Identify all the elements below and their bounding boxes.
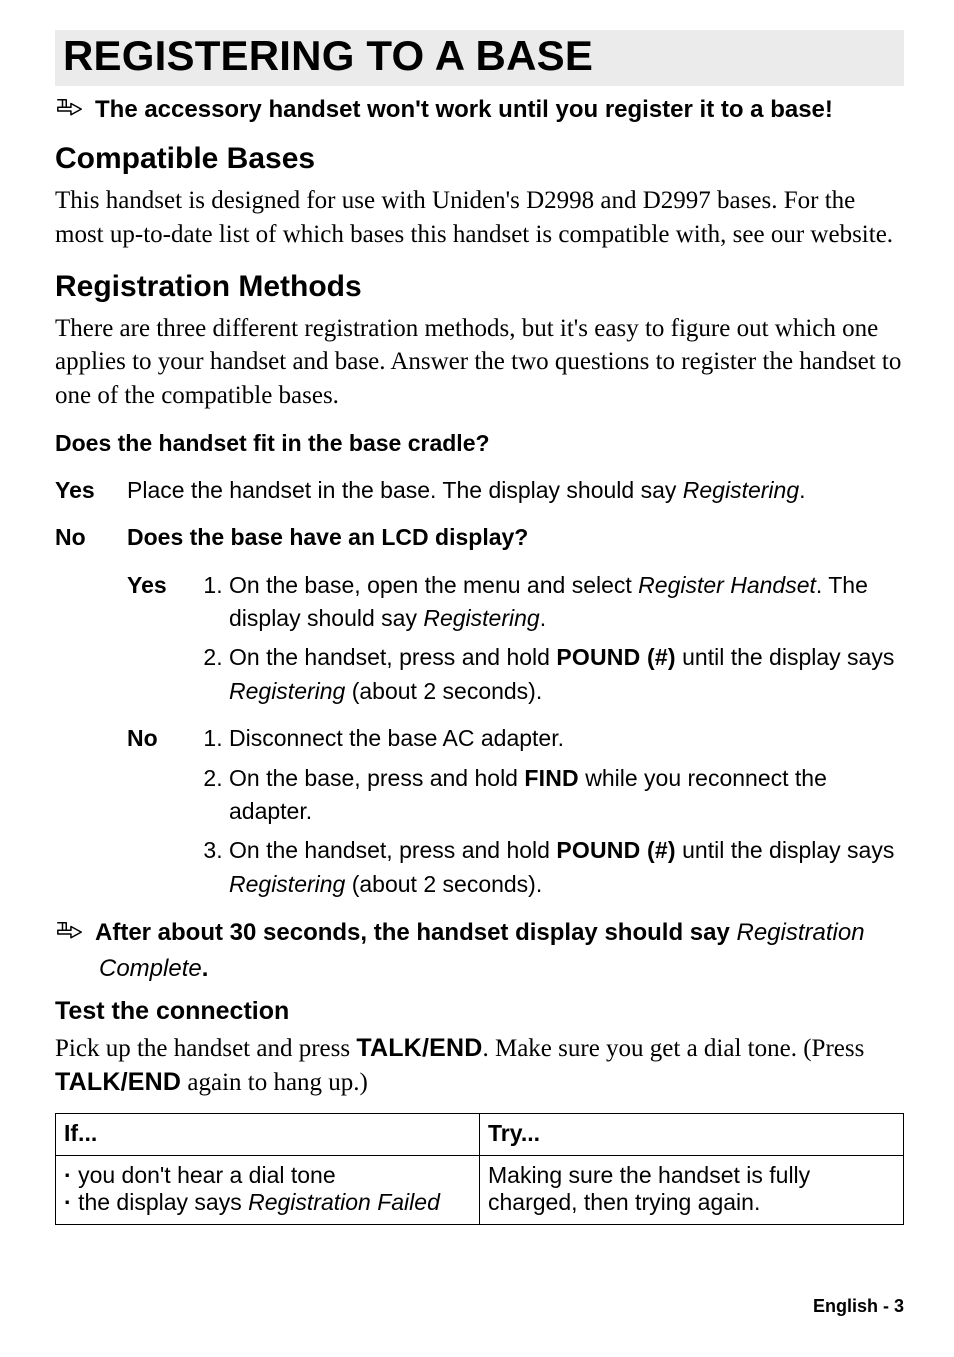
warning-note: The accessory handset won't work until y… bbox=[55, 96, 904, 124]
label-yes: Yes bbox=[127, 569, 201, 602]
section-body-compatible: This handset is designed for use with Un… bbox=[55, 184, 904, 252]
completion-text: After about 30 seconds, the handset disp… bbox=[95, 919, 865, 947]
subheading-test: Test the connection bbox=[55, 997, 904, 1026]
text: again to hang up.) bbox=[181, 1069, 368, 1096]
text-italic: Registering bbox=[683, 477, 799, 503]
text: On the handset, press and hold bbox=[229, 837, 556, 863]
text: After about 30 seconds, the handset disp… bbox=[95, 919, 736, 946]
key-label: TALK/END bbox=[55, 1068, 181, 1096]
list-item: you don't hear a dial tone bbox=[64, 1162, 471, 1189]
list-item: On the handset, press and hold POUND (#)… bbox=[229, 641, 904, 708]
text: (about 2 seconds). bbox=[345, 678, 542, 704]
page-title: REGISTERING TO A BASE bbox=[55, 30, 904, 86]
text: On the handset, press and hold bbox=[229, 644, 556, 670]
list-item: Disconnect the base AC adapter. bbox=[229, 722, 904, 755]
section-heading-methods: Registration Methods bbox=[55, 270, 904, 304]
text: Pick up the handset and press bbox=[55, 1035, 356, 1062]
q2-no-row: No Disconnect the base AC adapter. On th… bbox=[127, 722, 904, 901]
label-no: No bbox=[55, 521, 127, 554]
q1-no-row: No Does the base have an LCD display? Ye… bbox=[55, 521, 904, 904]
pointing-hand-icon bbox=[55, 919, 85, 945]
troubleshooting-table: If... Try... you don't hear a dial tone … bbox=[55, 1113, 904, 1225]
question-tree: Does the handset fit in the base cradle?… bbox=[55, 427, 904, 905]
question-1: Does the handset fit in the base cradle? bbox=[55, 427, 904, 460]
text-italic: Complete bbox=[99, 955, 202, 982]
table-header-try: Try... bbox=[480, 1114, 904, 1156]
table-cell-try: Making sure the handset is fully charged… bbox=[480, 1156, 904, 1225]
text: the display says bbox=[78, 1189, 248, 1215]
text: Place the handset in the base. The displ… bbox=[127, 477, 683, 503]
text-italic: Registration Failed bbox=[248, 1189, 440, 1215]
table-row: you don't hear a dial tone the display s… bbox=[56, 1156, 904, 1225]
text: On the base, press and hold bbox=[229, 765, 524, 791]
table-cell-if: you don't hear a dial tone the display s… bbox=[56, 1156, 480, 1225]
section-body-methods: There are three different registration m… bbox=[55, 312, 904, 413]
list-item: On the base, open the menu and select Re… bbox=[229, 569, 904, 636]
text-italic: Registering bbox=[229, 678, 345, 704]
text-italic: Registering bbox=[423, 605, 539, 631]
key-label: POUND (#) bbox=[556, 837, 675, 863]
completion-note: After about 30 seconds, the handset disp… bbox=[55, 919, 904, 947]
key-label: TALK/END bbox=[356, 1034, 482, 1062]
page-footer: English - 3 bbox=[813, 1296, 904, 1317]
text: . bbox=[540, 605, 546, 631]
table-header-if: If... bbox=[56, 1114, 480, 1156]
question-2: Does the base have an LCD display? bbox=[127, 521, 904, 554]
section-heading-compatible: Compatible Bases bbox=[55, 142, 904, 176]
q2-yes-steps: On the base, open the menu and select Re… bbox=[201, 569, 904, 708]
list-item: On the base, press and hold FIND while y… bbox=[229, 762, 904, 829]
key-label: POUND (#) bbox=[556, 644, 675, 670]
q1-yes-body: Place the handset in the base. The displ… bbox=[127, 474, 904, 507]
warning-text: The accessory handset won't work until y… bbox=[95, 96, 833, 124]
text-italic: Registering bbox=[229, 871, 345, 897]
label-no: No bbox=[127, 722, 201, 755]
text: . bbox=[799, 477, 805, 503]
text-italic: Registration bbox=[736, 919, 864, 946]
list-item: the display says Registration Failed bbox=[64, 1189, 471, 1216]
label-yes: Yes bbox=[55, 474, 127, 507]
key-label: FIND bbox=[524, 765, 578, 791]
completion-text-line2: Complete. bbox=[99, 955, 904, 983]
text: (about 2 seconds). bbox=[345, 871, 542, 897]
pointing-hand-icon bbox=[55, 96, 85, 122]
q2-yes-row: Yes On the base, open the menu and selec… bbox=[127, 569, 904, 708]
test-body: Pick up the handset and press TALK/END. … bbox=[55, 1032, 904, 1100]
list-item: On the handset, press and hold POUND (#)… bbox=[229, 834, 904, 901]
text: until the display says bbox=[676, 837, 895, 863]
q2-no-steps: Disconnect the base AC adapter. On the b… bbox=[201, 722, 904, 901]
text: . Make sure you get a dial tone. (Press bbox=[482, 1035, 864, 1062]
q1-yes-row: Yes Place the handset in the base. The d… bbox=[55, 474, 904, 507]
text: until the display says bbox=[676, 644, 895, 670]
text-italic: Register Handset bbox=[638, 572, 816, 598]
text: . bbox=[202, 955, 209, 982]
text: On the base, open the menu and select bbox=[229, 572, 638, 598]
